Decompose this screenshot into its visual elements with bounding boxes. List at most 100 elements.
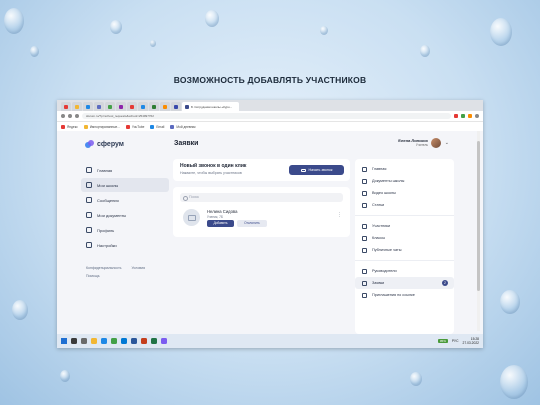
browser-tab[interactable]: [83, 102, 93, 111]
chevron-down-icon[interactable]: ⌄: [445, 140, 449, 146]
menu-item[interactable]: Публичные чаты: [355, 244, 454, 256]
browser-tab[interactable]: [105, 102, 115, 111]
menu-item[interactable]: Статьи: [355, 199, 454, 211]
menu-item[interactable]: Руководители: [355, 265, 454, 277]
sidebar-item[interactable]: Настройки: [81, 238, 169, 252]
browser-tab[interactable]: [94, 102, 104, 111]
request-name[interactable]: Нелина Сидова: [207, 209, 237, 214]
active-tab-title: 8. Сотрудники школы «Куро...: [191, 104, 233, 109]
sidebar-item[interactable]: Сообщения: [81, 193, 169, 207]
file-explorer-icon[interactable]: [91, 338, 97, 344]
extension-icon[interactable]: [461, 114, 465, 118]
mail-icon[interactable]: [121, 338, 127, 344]
browser-tab[interactable]: [116, 102, 126, 111]
browser-tab-active[interactable]: 8. Сотрудники школы «Куро...: [182, 102, 239, 111]
slide-title: ВОЗМОЖНОСТЬ ДОБАВЛЯТЬ УЧАСТНИКОВ: [173, 75, 367, 85]
water-drop: [420, 45, 430, 57]
search-input[interactable]: Поиск: [180, 193, 343, 202]
menu-item[interactable]: Главная: [355, 163, 454, 175]
menu-item[interactable]: Участники: [355, 220, 454, 232]
back-icon[interactable]: [61, 114, 65, 118]
sferum-app: сферум Заявки Елена Липских Учитель ⌄ Гл…: [57, 131, 483, 334]
page-title: Заявки: [174, 140, 199, 147]
forward-icon[interactable]: [68, 114, 72, 118]
call-subtitle: Нажмите, чтобы выбрать участников: [180, 171, 242, 175]
bookmark-item[interactable]: Импортированные...: [83, 124, 120, 129]
user-info[interactable]: Елена Липских Учитель: [398, 138, 428, 147]
menu-item[interactable]: Приглашения по ссылке: [355, 289, 454, 301]
word-icon[interactable]: [131, 338, 137, 344]
tab-favicon-icon: [97, 104, 101, 109]
sferum-logo[interactable]: сферум: [85, 140, 124, 149]
task-view-icon[interactable]: [81, 338, 87, 344]
excel-icon[interactable]: [151, 338, 157, 344]
extension-icon[interactable]: [454, 114, 458, 118]
battery-indicator[interactable]: 95%: [437, 339, 448, 343]
powerpoint-icon[interactable]: [141, 338, 147, 344]
menu-item[interactable]: Классы: [355, 232, 454, 244]
chrome-icon[interactable]: [111, 338, 117, 344]
request-role: Ученик, 7Б: [207, 215, 224, 219]
start-call-button[interactable]: Начать звонок: [289, 165, 344, 175]
more-icon[interactable]: ⋮: [337, 212, 342, 218]
reload-icon[interactable]: [75, 114, 79, 118]
menu-item[interactable]: Заявки 2: [355, 277, 454, 289]
sidebar-item[interactable]: Мои школы: [81, 178, 169, 192]
browser-tab[interactable]: [72, 102, 82, 111]
water-drop: [12, 300, 28, 320]
extension-icon[interactable]: [468, 114, 472, 118]
clock[interactable]: 15:28 27.03.2022: [462, 337, 479, 345]
app-icon[interactable]: [161, 338, 167, 344]
browser-tab[interactable]: [138, 102, 148, 111]
tab-favicon-icon: [86, 104, 90, 109]
bookmark-icon: [150, 124, 155, 129]
url-field[interactable]: sferum.ru/?p=school_requests&school=2549…: [82, 113, 451, 119]
chat-icon: [362, 247, 367, 253]
add-button[interactable]: Добавить: [207, 220, 234, 227]
bookmark-item[interactable]: Яндекс: [61, 124, 78, 129]
water-drop: [500, 290, 520, 314]
camera-icon: [300, 168, 306, 172]
browser-tab[interactable]: [149, 102, 159, 111]
tab-favicon-icon: [152, 104, 156, 109]
bookmark-item[interactable]: Email: [150, 124, 164, 129]
windows-start-icon[interactable]: [61, 338, 67, 344]
edge-icon[interactable]: [101, 338, 107, 344]
menu-item-label: Публичные чаты: [372, 248, 402, 252]
browser-tab[interactable]: [171, 102, 181, 111]
menu-item[interactable]: Видео школы: [355, 187, 454, 199]
sidebar-item[interactable]: Мои документы: [81, 208, 169, 222]
search-placeholder: Поиск: [189, 195, 199, 199]
new-call-card: Новый звонок в один клик Нажмите, чтобы …: [173, 159, 350, 181]
browser-tab[interactable]: [160, 102, 170, 111]
water-drop: [30, 46, 39, 57]
profile-icon[interactable]: [475, 114, 479, 118]
menu-item-label: Главная: [372, 167, 387, 171]
footer-links: Конфиденциальность Условия Помощь: [81, 264, 169, 280]
browser-tab[interactable]: [61, 102, 71, 111]
water-drop: [320, 26, 328, 35]
footer-link[interactable]: Условия: [132, 266, 145, 270]
browser-tab[interactable]: [127, 102, 137, 111]
tab-favicon-icon: [130, 104, 134, 109]
tab-favicon-icon: [141, 104, 145, 109]
bookmark-item[interactable]: YouTube: [125, 124, 144, 129]
footer-link[interactable]: Конфиденциальность: [86, 266, 122, 270]
footer-link[interactable]: Помощь: [86, 274, 100, 278]
language-indicator[interactable]: РУС: [452, 339, 459, 343]
clock-date: 27.03.2022: [462, 341, 479, 345]
scrollbar-thumb[interactable]: [477, 141, 480, 291]
article-icon: [362, 202, 367, 208]
menu-item[interactable]: Документы школы: [355, 175, 454, 187]
water-drop: [150, 40, 156, 47]
water-drop: [410, 372, 422, 386]
search-icon[interactable]: [71, 338, 77, 344]
reject-button[interactable]: Отклонить: [237, 220, 267, 227]
avatar[interactable]: [431, 138, 441, 148]
sidebar-item[interactable]: Профиль: [81, 223, 169, 237]
message-icon: [86, 197, 92, 203]
sidebar-item[interactable]: Главная: [81, 163, 169, 177]
scrollbar[interactable]: [477, 131, 480, 331]
bookmark-icon: [61, 124, 65, 129]
bookmark-item[interactable]: Мой дневник: [170, 124, 196, 129]
